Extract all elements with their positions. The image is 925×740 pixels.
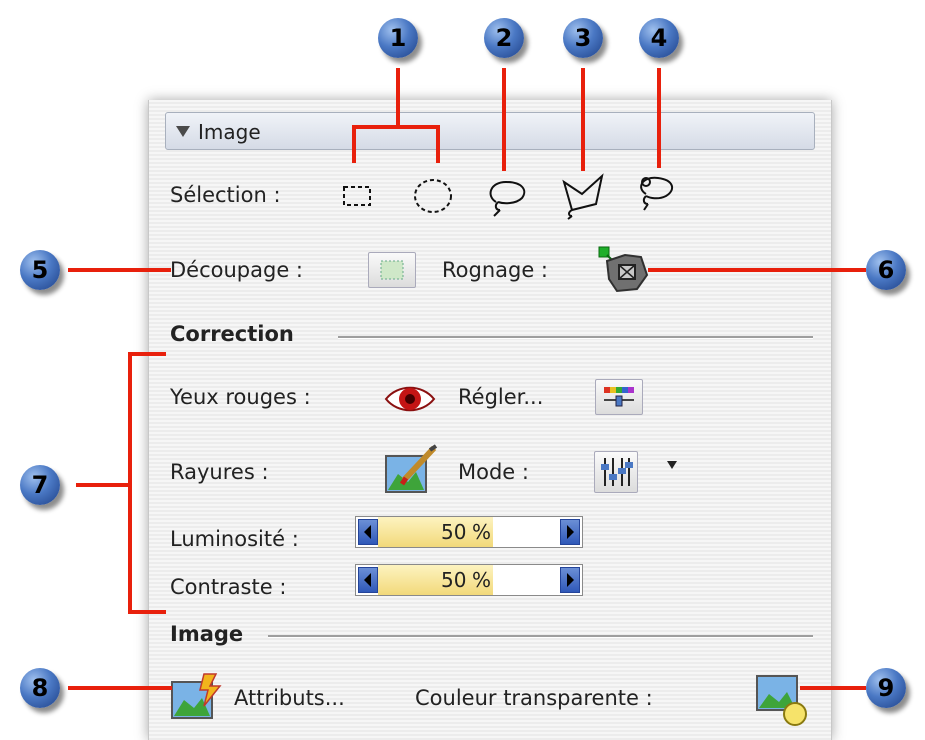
arrow-right-icon [567,525,574,539]
callout-number: 5 [31,256,49,284]
callout-number: 7 [31,471,49,499]
callout-number: 2 [495,24,513,52]
callout-number: 1 [389,24,407,52]
contraste-value: 50 [441,568,467,592]
rayures-label: Rayures : [170,460,269,484]
mode-label: Mode : [458,460,529,484]
arrow-right-icon [567,573,574,587]
mode-dropdown-arrow-icon[interactable] [667,461,677,469]
callout-6-line [648,268,866,272]
callout-badge-3: 3 [563,18,603,58]
couleur-transparente-label: Couleur transparente : [415,686,653,710]
callout-number: 3 [574,24,592,52]
transparent-color-icon[interactable] [755,670,811,726]
mode-button[interactable] [594,451,638,493]
attributs-icon[interactable] [170,672,226,722]
callout-7-line [76,483,130,487]
luminosite-increase-button[interactable] [560,519,580,545]
polygon-lasso-icon[interactable] [558,172,608,220]
callout-badge-5: 5 [20,250,60,290]
rect-selection-icon[interactable] [340,181,374,211]
crop-selection-icon [380,260,404,280]
callout-3-line [581,68,585,171]
callout-1-line [396,68,400,126]
callout-7-bracket-top [128,352,166,356]
callout-badge-6: 6 [866,250,906,290]
luminosite-value: 50 [441,520,467,544]
callout-7-bracket-bottom [128,610,166,614]
callout-badge-4: 4 [639,18,679,58]
luminosite-unit: % [472,520,492,544]
attributs-label: Attributs... [234,686,345,710]
contraste-increase-button[interactable] [560,567,580,593]
callout-badge-8: 8 [20,668,60,708]
color-adjust-icon [604,387,634,407]
mode-sliders-icon [601,458,633,486]
arrow-left-icon [364,525,371,539]
red-eye-icon[interactable] [382,382,438,416]
rognage-label: Rognage : [442,258,549,282]
decoupage-button[interactable] [368,252,416,288]
arrow-left-icon [364,573,371,587]
callout-8-line [68,686,172,690]
disclosure-triangle-icon[interactable] [176,126,190,137]
ellipse-selection-icon[interactable] [411,176,455,216]
contraste-decrease-button[interactable] [358,567,378,593]
callout-4-line [657,68,661,168]
regler-button[interactable] [595,379,643,415]
callout-1-bracket-right [436,125,440,163]
lasso-icon[interactable] [484,174,532,218]
magnetic-lasso-icon[interactable] [632,170,682,216]
correction-section-title: Correction [170,322,294,346]
panel-header-title: Image [198,120,261,144]
luminosite-stepper[interactable]: 50 % [355,516,583,548]
selection-label: Sélection : [170,183,281,207]
callout-5-line [68,268,171,272]
callout-2-line [502,68,506,171]
callout-badge-1: 1 [378,18,418,58]
scratch-repair-icon[interactable] [384,444,440,496]
contraste-stepper[interactable]: 50 % [355,564,583,596]
contraste-label: Contraste : [170,575,287,599]
luminosite-decrease-button[interactable] [358,519,378,545]
luminosite-label: Luminosité : [170,527,299,551]
callout-badge-2: 2 [484,18,524,58]
image-divider [268,635,813,638]
regler-label: Régler... [458,385,544,409]
callout-number: 6 [877,256,895,284]
callout-badge-7: 7 [20,465,60,505]
callout-number: 4 [650,24,668,52]
callout-badge-9: 9 [866,668,906,708]
callout-1-bracket-left [352,125,356,163]
image-section-title: Image [170,622,244,646]
callout-9-line [800,686,866,690]
yeux-rouges-label: Yeux rouges : [170,385,311,409]
decoupage-label: Découpage : [170,258,303,282]
image-panel-header[interactable]: Image [165,112,815,150]
callout-number: 8 [31,674,49,702]
contraste-unit: % [472,568,492,592]
correction-divider [338,336,813,339]
callout-number: 9 [877,674,895,702]
